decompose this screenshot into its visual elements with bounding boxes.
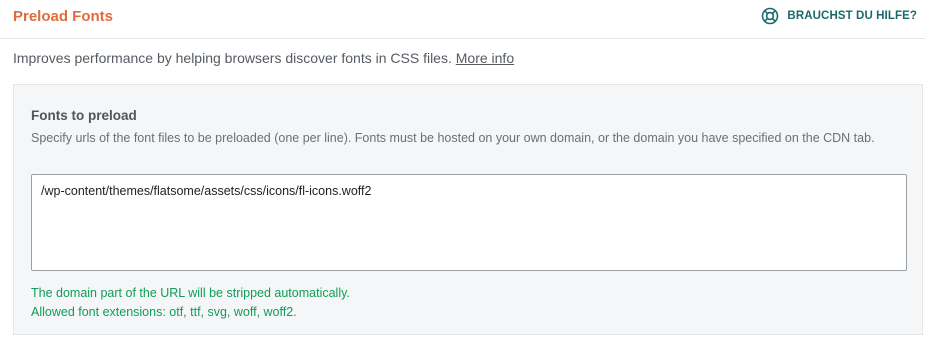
fonts-textarea[interactable]: /wp-content/themes/flatsome/assets/css/i… — [31, 174, 907, 271]
description-text: Improves performance by helping browsers… — [13, 50, 452, 66]
more-info-link[interactable]: More info — [456, 50, 514, 66]
domain-note: The domain part of the URL will be strip… — [31, 286, 350, 300]
section-description: Improves performance by helping browsers… — [13, 50, 514, 66]
section-header: Preload Fonts BRAUCHST DU HILFE? — [0, 0, 925, 39]
fonts-panel: Fonts to preload Specify urls of the fon… — [13, 84, 923, 335]
help-label: BRAUCHST DU HILFE? — [787, 10, 917, 22]
field-label: Fonts to preload — [31, 108, 137, 123]
field-hint: Specify urls of the font files to be pre… — [31, 131, 875, 145]
help-link[interactable]: BRAUCHST DU HILFE? — [761, 7, 917, 25]
lifebuoy-icon — [761, 7, 779, 25]
section-title: Preload Fonts — [13, 8, 114, 25]
extensions-note: Allowed font extensions: otf, ttf, svg, … — [31, 305, 297, 319]
